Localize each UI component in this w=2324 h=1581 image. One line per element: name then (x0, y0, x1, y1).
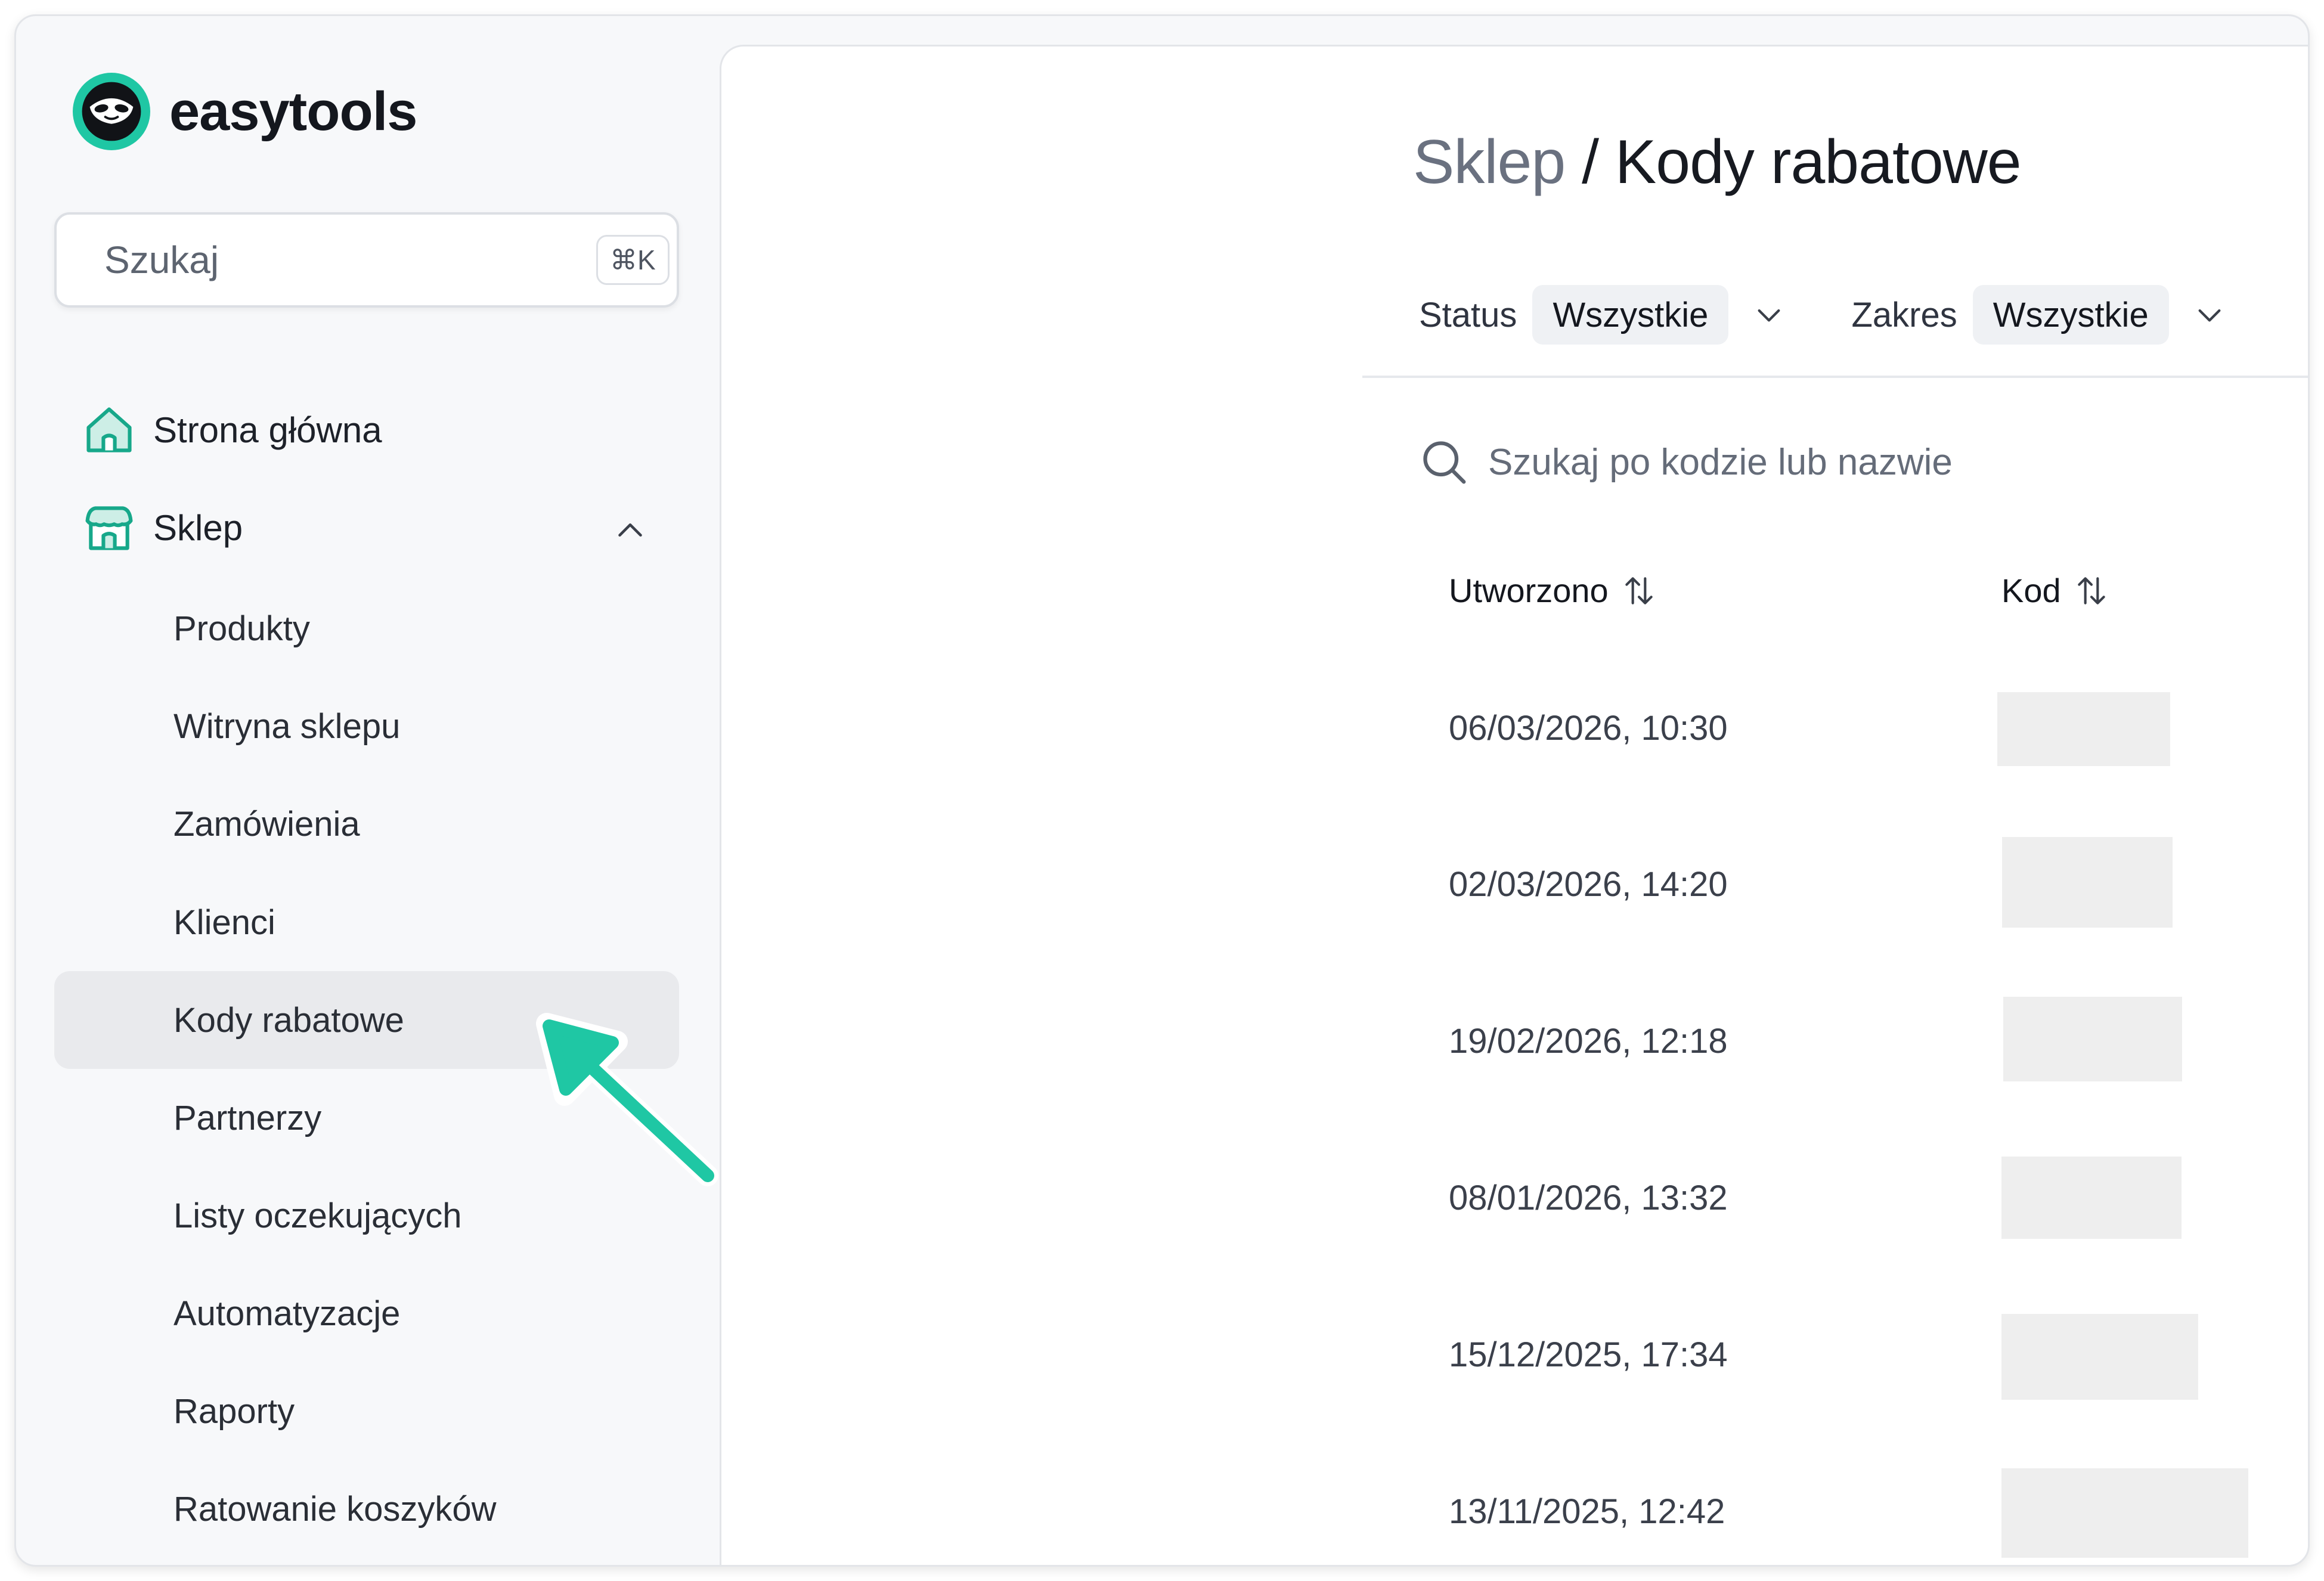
table-row-code-redacted (2001, 1468, 2248, 1558)
home-icon (86, 407, 132, 452)
sidebar-search[interactable]: ⌘K (54, 212, 679, 308)
sidebar-item-reports[interactable]: Raporty (54, 1362, 679, 1460)
table-row-created: 19/02/2026, 12:18 (1449, 1022, 1728, 1061)
code-search-input[interactable] (1487, 440, 2143, 484)
table-row-code-redacted (1997, 692, 2170, 766)
sidebar-item-label: Sklep (153, 507, 243, 548)
sidebar-item-orders[interactable]: Zamówienia (54, 775, 679, 873)
table-row-created: 08/01/2026, 13:32 (1449, 1179, 1728, 1217)
range-filter-label: Zakres (1851, 295, 1957, 334)
main-panel: Sklep / Kody rabatowe Status Wszystkie Z… (720, 45, 2308, 1565)
sort-icon[interactable] (2073, 572, 2110, 609)
annotation-arrow-icon (536, 1013, 718, 1186)
sort-icon[interactable] (1620, 572, 1657, 609)
search-icon (1423, 441, 1466, 484)
sidebar-item-label: Automatyzacje (173, 1294, 401, 1333)
table-row-code-redacted (2001, 1157, 2182, 1239)
table-row-code-redacted (2003, 997, 2182, 1081)
sidebar-item-label: Witryna sklepu (173, 706, 401, 746)
sidebar-item-shop[interactable]: Sklep (82, 500, 678, 555)
column-header-created[interactable]: Utworzono (1449, 571, 1657, 610)
sidebar-item-label: Strona główna (153, 410, 382, 450)
sidebar-item-label: Produkty (173, 609, 310, 648)
breadcrumb-separator: / (1582, 128, 1599, 197)
table-row-created: 06/03/2026, 10:30 (1449, 709, 1728, 748)
page-title: Sklep / Kody rabatowe (1413, 127, 2022, 198)
sidebar-item-products[interactable]: Produkty (54, 579, 679, 677)
chevron-up-icon[interactable] (612, 512, 648, 548)
sloth-logo-icon (73, 73, 150, 150)
sidebar-item-home[interactable]: Strona główna (82, 402, 382, 457)
column-header-code[interactable]: Kod (2001, 571, 2110, 610)
sidebar-item-label: Kody rabatowe (173, 1000, 404, 1040)
breadcrumb-current: Kody rabatowe (1615, 128, 2022, 197)
table-row-created: 15/12/2025, 17:34 (1449, 1335, 1728, 1374)
app-window: easytools ⌘K Strona główna (14, 14, 2310, 1567)
sidebar-item-cart-recovery[interactable]: Ratowanie koszyków (54, 1460, 679, 1558)
divider (1362, 376, 2308, 378)
chevron-down-icon[interactable] (1752, 298, 1786, 331)
sidebar-item-storefront[interactable]: Witryna sklepu (54, 677, 679, 775)
status-filter-value[interactable]: Wszystkie (1532, 285, 1729, 345)
table-row-created: 13/11/2025, 12:42 (1449, 1492, 1725, 1531)
table-row-code-redacted (2002, 837, 2173, 928)
chevron-down-icon[interactable] (2193, 298, 2226, 331)
sidebar-item-label: Partnerzy (173, 1098, 322, 1137)
breadcrumb-parent[interactable]: Sklep (1413, 128, 1566, 197)
sidebar-item-label: Ratowanie koszyków (173, 1489, 497, 1529)
logo[interactable]: easytools (73, 73, 417, 150)
column-header-label: Utworzono (1449, 572, 1609, 609)
sidebar-item-label: Zamówienia (173, 804, 360, 844)
search-shortcut-badge: ⌘K (596, 235, 670, 285)
range-filter-value[interactable]: Wszystkie (1972, 285, 2169, 345)
app-name: easytools (169, 80, 417, 142)
table-row-code-redacted (2001, 1314, 2198, 1400)
column-header-label: Kod (2001, 572, 2061, 609)
sidebar-item-label: Klienci (173, 903, 275, 942)
sidebar-item-label: Listy oczekujących (173, 1196, 462, 1235)
store-icon (85, 506, 133, 550)
sidebar-item-label: Raporty (173, 1391, 295, 1431)
sidebar-item-automations[interactable]: Automatyzacje (54, 1264, 679, 1362)
table-search[interactable] (1419, 437, 2143, 487)
sidebar-search-input[interactable] (103, 237, 596, 283)
sidebar-item-customers[interactable]: Klienci (54, 873, 679, 971)
status-filter-label: Status (1419, 295, 1517, 334)
sidebar: easytools ⌘K Strona główna (16, 16, 720, 1565)
filter-bar: Status Wszystkie Zakres Wszystkie (1419, 285, 2226, 345)
table-row-created: 02/03/2026, 14:20 (1449, 865, 1728, 904)
